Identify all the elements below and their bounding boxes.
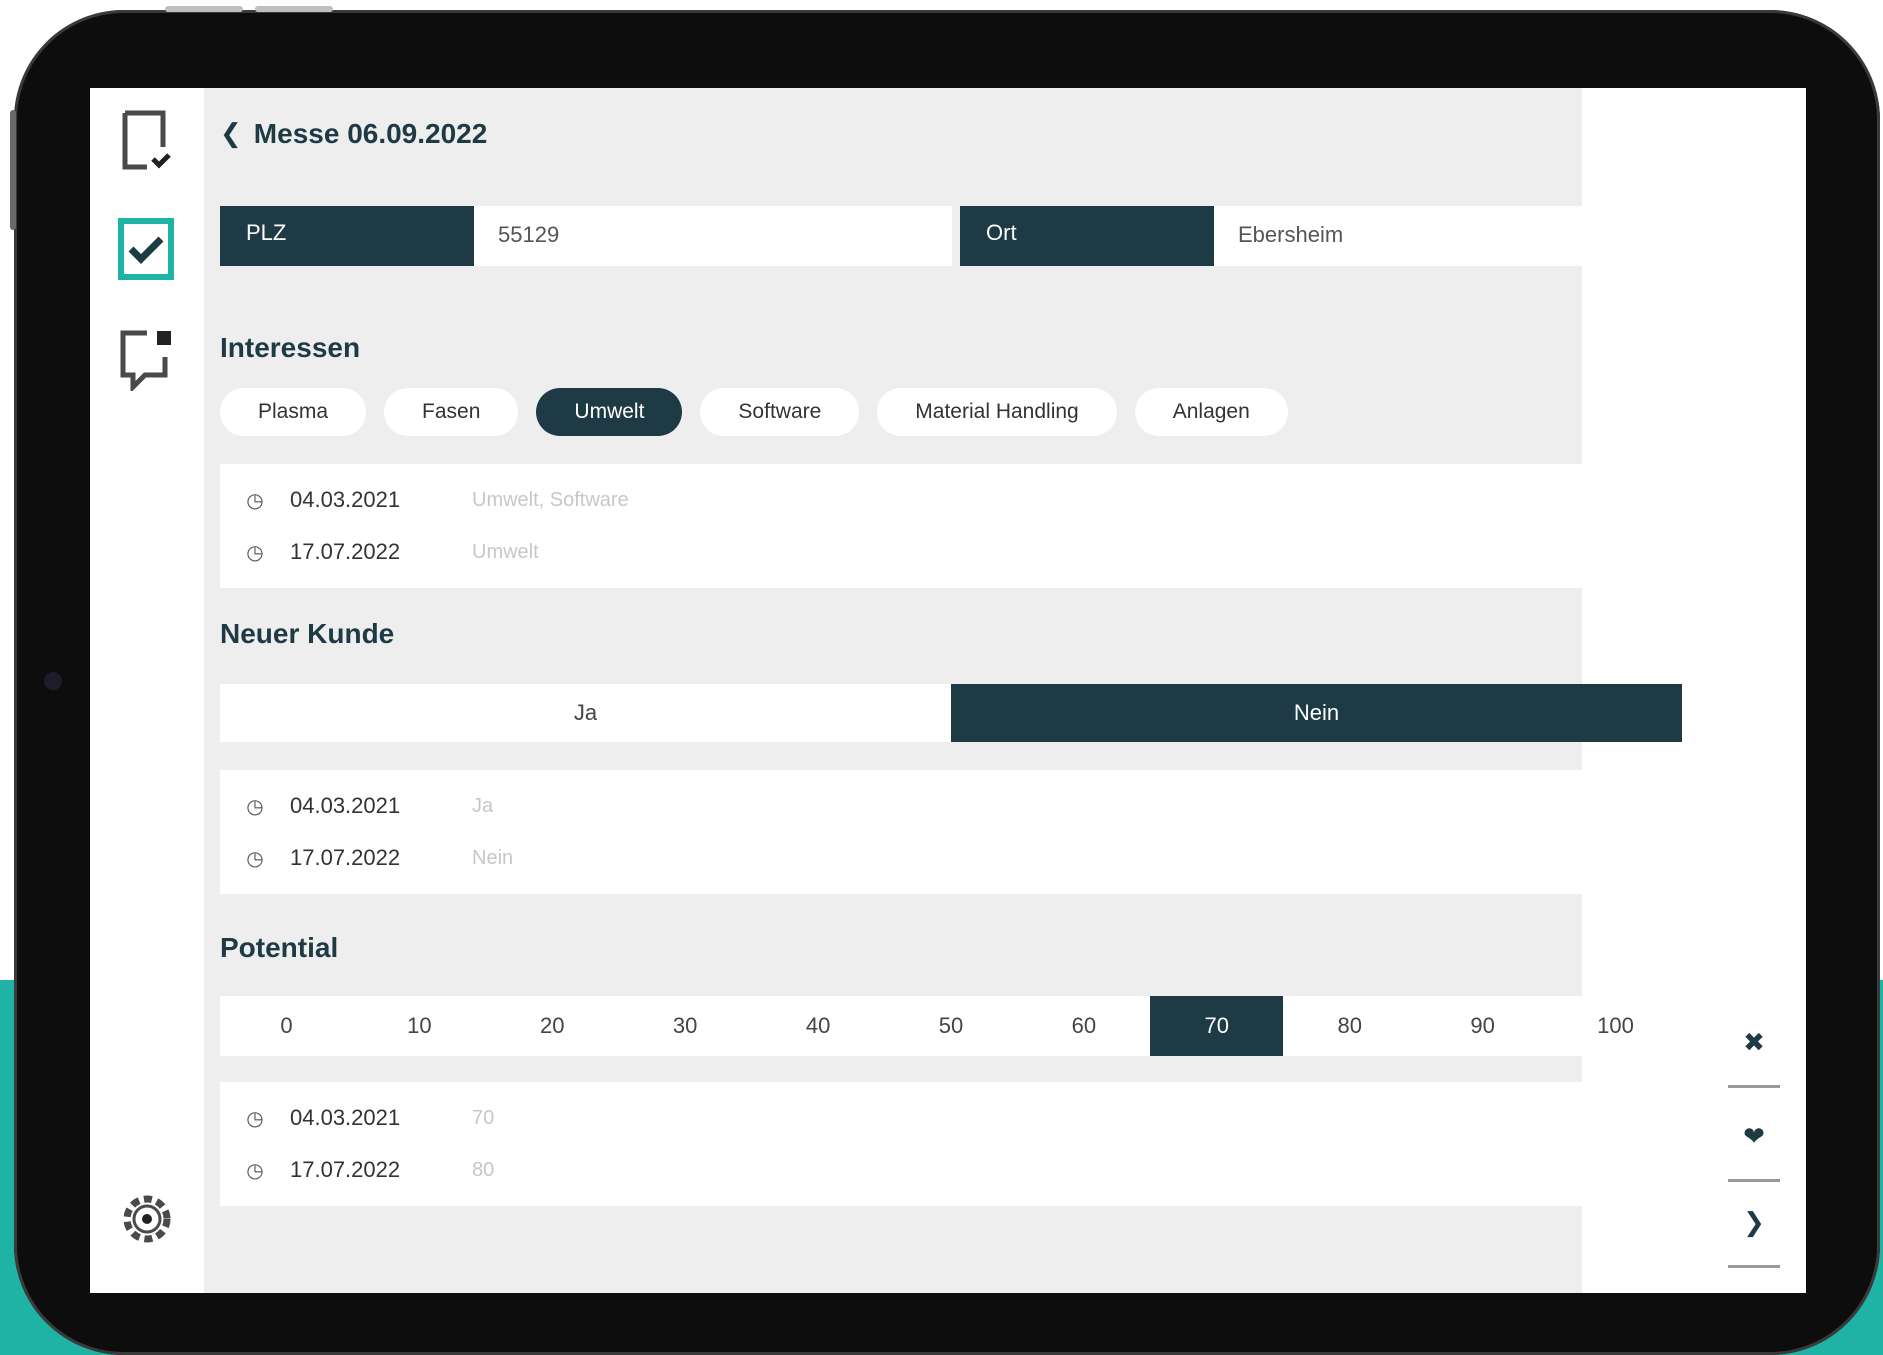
heart-icon[interactable]: ❤: [1728, 1122, 1780, 1182]
page-title: Messe 06.09.2022: [253, 118, 488, 149]
clock-icon: ◷: [246, 795, 264, 818]
ort-label: Ort: [960, 206, 1214, 266]
history-row: ◷ 17.07.2022 Nein: [220, 832, 1682, 884]
clock-icon: ◷: [246, 1159, 264, 1182]
device-button: [255, 6, 333, 12]
history-row: ◷ 04.03.2021 70: [220, 1092, 1682, 1144]
neuer-kunde-title: Neuer Kunde: [220, 618, 395, 649]
scale-option[interactable]: 60: [1017, 996, 1150, 1056]
device-button: [165, 6, 243, 12]
camera: [44, 672, 62, 690]
history-date: 04.03.2021: [290, 793, 401, 818]
sidebar: [90, 88, 204, 1293]
app-screen: ❮ Messe 06.09.2022 PLZ 55129 Ort Ebershe…: [90, 88, 1806, 1293]
scale-option[interactable]: 90: [1416, 996, 1549, 1056]
neuer-kunde-toggle: Ja Nein: [220, 684, 1682, 742]
chip-plasma[interactable]: Plasma: [220, 388, 367, 436]
main-content: ❮ Messe 06.09.2022 PLZ 55129 Ort Ebershe…: [204, 88, 1682, 1293]
history-value: 70: [472, 1106, 495, 1129]
plz-input[interactable]: 55129: [474, 206, 952, 266]
neuer-kunde-history: ◷ 04.03.2021 Ja ◷ 17.07.2022 Nein: [220, 770, 1682, 894]
interessen-history: ◷ 04.03.2021 Umwelt, Software ◷ 17.07.20…: [220, 464, 1682, 588]
potential-scale: 0 10 20 30 40 50 60 70 80 90 100: [220, 996, 1682, 1056]
potential-title: Potential: [220, 932, 339, 963]
history-row: ◷ 17.07.2022 80: [220, 1144, 1682, 1196]
ort-input[interactable]: Ebersheim: [1214, 206, 1682, 266]
plz-field: PLZ 55129: [220, 206, 952, 266]
chevron-right-icon[interactable]: ❯: [1728, 1208, 1780, 1268]
title-row: ❮ Messe 06.09.2022: [220, 118, 487, 150]
chevron-left-icon[interactable]: ❮: [220, 119, 242, 149]
scale-option[interactable]: 100: [1549, 996, 1682, 1056]
chip-software[interactable]: Software: [700, 388, 860, 436]
history-row: ◷ 04.03.2021 Ja: [220, 780, 1682, 832]
interessen-title: Interessen: [220, 332, 361, 363]
scale-option[interactable]: 50: [885, 996, 1018, 1056]
checkbox-icon[interactable]: [112, 214, 182, 284]
right-action-bar: [1696, 88, 1806, 1293]
close-icon[interactable]: ✖: [1728, 1028, 1780, 1088]
chat-note-icon[interactable]: [112, 324, 182, 394]
history-value: Ja: [472, 794, 494, 817]
scale-option[interactable]: 20: [486, 996, 619, 1056]
history-date: 04.03.2021: [290, 1105, 401, 1130]
history-date: 17.07.2022: [290, 845, 401, 870]
ort-field: Ort Ebersheim: [960, 206, 1682, 266]
chip-umwelt[interactable]: Umwelt: [536, 388, 683, 436]
history-date: 04.03.2021: [290, 487, 401, 512]
history-row: ◷ 04.03.2021 Umwelt, Software: [220, 474, 1682, 526]
history-date: 17.07.2022: [290, 1157, 401, 1182]
clock-icon: ◷: [246, 1107, 264, 1130]
clock-icon: ◷: [246, 489, 264, 512]
device-button: [10, 110, 16, 230]
settings-gear-icon[interactable]: [112, 1184, 182, 1254]
chip-anlagen[interactable]: Anlagen: [1134, 388, 1288, 436]
history-value: Umwelt: [472, 540, 539, 563]
scale-option[interactable]: 30: [619, 996, 752, 1056]
scale-option-selected[interactable]: 70: [1150, 996, 1284, 1056]
history-row: ◷ 17.07.2022 Umwelt: [220, 526, 1682, 578]
history-value: 80: [472, 1158, 495, 1181]
scale-option[interactable]: 10: [353, 996, 486, 1056]
document-check-icon[interactable]: [112, 106, 182, 176]
chip-fasen[interactable]: Fasen: [384, 388, 519, 436]
scale-option[interactable]: 0: [220, 996, 353, 1056]
history-value: Umwelt, Software: [472, 488, 629, 511]
clock-icon: ◷: [246, 541, 264, 564]
interessen-chips: Plasma Fasen Umwelt Software Material Ha…: [220, 388, 1288, 436]
option-nein[interactable]: Nein: [951, 684, 1682, 742]
history-date: 17.07.2022: [290, 539, 401, 564]
scale-option[interactable]: 80: [1283, 996, 1416, 1056]
chip-material-handling[interactable]: Material Handling: [877, 388, 1117, 436]
scale-option[interactable]: 40: [752, 996, 885, 1056]
option-ja[interactable]: Ja: [220, 684, 951, 742]
history-value: Nein: [472, 846, 514, 869]
potential-history: ◷ 04.03.2021 70 ◷ 17.07.2022 80: [220, 1082, 1682, 1206]
clock-icon: ◷: [246, 847, 264, 870]
plz-label: PLZ: [220, 206, 474, 266]
